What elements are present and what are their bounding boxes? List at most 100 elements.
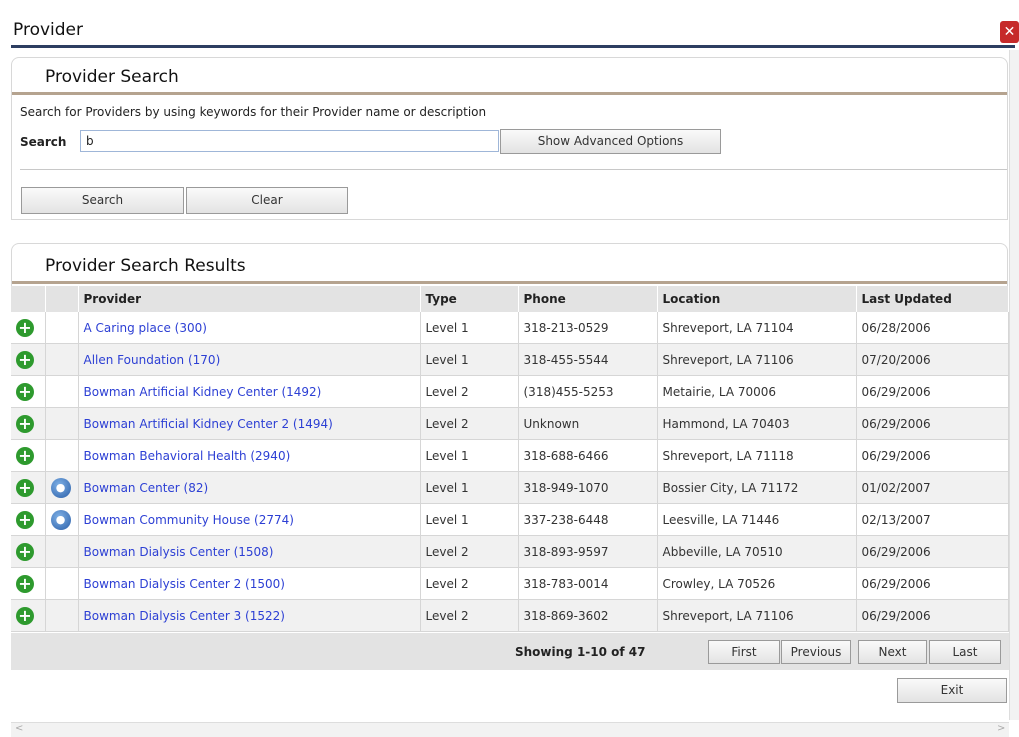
updated-cell: 06/28/2006 [856, 312, 1009, 344]
search-panel-rule [12, 92, 1007, 95]
horizontal-scrollbar[interactable]: < > [11, 722, 1009, 737]
type-cell: Level 2 [420, 599, 519, 632]
provider-cell: Bowman Dialysis Center 3 (1522) [78, 599, 421, 632]
type-cell: Level 1 [420, 312, 519, 344]
person-cell [45, 375, 79, 408]
col-last-updated[interactable]: Last Updated [856, 286, 1009, 312]
search-label: Search [20, 135, 67, 149]
add-icon[interactable]: + [16, 606, 34, 625]
add-cell: + [11, 312, 46, 344]
location-cell: Shreveport, LA 71106 [657, 599, 857, 632]
type-cell: Level 1 [420, 343, 519, 376]
table-row: + Bowman Dialysis Center 3 (1522) Level 23… [11, 599, 1009, 632]
updated-cell: 06/29/2006 [856, 407, 1009, 440]
provider-link[interactable]: Bowman Community House (2774) [84, 513, 294, 527]
search-button[interactable]: Search [21, 187, 184, 214]
table-row: + Bowman Dialysis Center (1508) Level 2 318… [11, 535, 1009, 568]
add-cell: + [11, 407, 46, 440]
location-cell: Shreveport, LA 71104 [657, 312, 857, 344]
updated-cell: 06/29/2006 [856, 439, 1009, 472]
provider-link[interactable]: A Caring place (300) [84, 321, 207, 335]
type-cell: Level 1 [420, 471, 519, 504]
table-row: + ● Bowman Community House (2774) Level 1 33… [11, 503, 1009, 536]
first-page-button[interactable]: First [708, 640, 780, 664]
add-icon[interactable]: + [16, 446, 34, 465]
search-description: Search for Providers by using keywords f… [20, 105, 487, 119]
previous-page-button[interactable]: Previous [781, 640, 851, 664]
col-type[interactable]: Type [420, 286, 519, 312]
vertical-scrollbar[interactable] [1009, 50, 1019, 720]
provider-link[interactable]: Bowman Dialysis Center (1508) [84, 545, 274, 559]
person-cell [45, 535, 79, 568]
provider-cell: Bowman Dialysis Center 2 (1500) [78, 567, 421, 600]
last-page-button[interactable]: Last [929, 640, 1001, 664]
phone-cell: 318-949-1070 [518, 471, 658, 504]
person-cell [45, 599, 79, 632]
updated-cell: 06/29/2006 [856, 535, 1009, 568]
type-cell: Level 2 [420, 535, 519, 568]
provider-link[interactable]: Bowman Dialysis Center 3 (1522) [84, 609, 285, 623]
provider-link[interactable]: Allen Foundation (170) [84, 353, 221, 367]
title-bar: Provider [11, 18, 1015, 48]
add-cell: + [11, 599, 46, 632]
clear-button[interactable]: Clear [186, 187, 348, 214]
add-cell: + [11, 439, 46, 472]
table-row: + Bowman Artificial Kidney Center 2 (1494… [11, 407, 1009, 440]
location-cell: Crowley, LA 70526 [657, 567, 857, 600]
add-icon[interactable]: + [16, 574, 34, 593]
pager: Showing 1-10 of 47 First Previous Next L… [11, 633, 1009, 670]
add-icon[interactable]: + [16, 414, 34, 433]
provider-link[interactable]: Bowman Artificial Kidney Center 2 (1494) [84, 417, 333, 431]
add-icon[interactable]: + [16, 318, 34, 337]
add-icon[interactable]: + [16, 542, 34, 561]
col-phone[interactable]: Phone [518, 286, 658, 312]
table-row: + Bowman Behavioral Health (2940) Level 13… [11, 439, 1009, 472]
provider-link[interactable]: Bowman Dialysis Center 2 (1500) [84, 577, 285, 591]
search-divider [20, 169, 1007, 170]
provider-link[interactable]: Bowman Behavioral Health (2940) [84, 449, 291, 463]
phone-cell: 318-783-0014 [518, 567, 658, 600]
table-row: + Allen Foundation (170) Level 1 318-455-55… [11, 343, 1009, 376]
results-table: Provider Type Phone Location Last Update… [11, 286, 1009, 632]
add-icon[interactable]: + [16, 350, 34, 369]
provider-cell: Bowman Dialysis Center (1508) [78, 535, 421, 568]
phone-cell: Unknown [518, 407, 658, 440]
search-panel-title: Provider Search [45, 67, 179, 87]
person-icon[interactable]: ● [50, 509, 71, 530]
location-cell: Bossier City, LA 71172 [657, 471, 857, 504]
pager-status: Showing 1-10 of 47 [515, 645, 646, 659]
location-cell: Shreveport, LA 71118 [657, 439, 857, 472]
updated-cell: 06/29/2006 [856, 375, 1009, 408]
person-cell [45, 567, 79, 600]
add-icon[interactable]: + [16, 382, 34, 401]
provider-cell: Bowman Behavioral Health (2940) [78, 439, 421, 472]
add-cell: + [11, 503, 46, 536]
person-cell: ● [45, 471, 79, 504]
person-icon[interactable]: ● [50, 477, 71, 498]
close-icon[interactable]: ✕ [1000, 21, 1019, 43]
location-cell: Leesville, LA 71446 [657, 503, 857, 536]
add-cell: + [11, 567, 46, 600]
exit-button[interactable]: Exit [897, 678, 1007, 703]
next-page-button[interactable]: Next [858, 640, 927, 664]
type-cell: Level 2 [420, 407, 519, 440]
scroll-left-icon[interactable]: < [15, 723, 23, 734]
provider-link[interactable]: Bowman Artificial Kidney Center (1492) [84, 385, 322, 399]
person-cell: ● [45, 503, 79, 536]
results-panel-rule [12, 281, 1007, 284]
col-provider[interactable]: Provider [78, 286, 421, 312]
search-input[interactable] [80, 130, 499, 152]
add-icon[interactable]: + [16, 478, 34, 497]
add-icon[interactable]: + [16, 510, 34, 529]
table-header-row: Provider Type Phone Location Last Update… [11, 286, 1009, 312]
show-advanced-options-button[interactable]: Show Advanced Options [500, 129, 721, 154]
scroll-right-icon[interactable]: > [997, 723, 1005, 734]
provider-cell: Bowman Artificial Kidney Center 2 (1494) [78, 407, 421, 440]
provider-link[interactable]: Bowman Center (82) [84, 481, 209, 495]
add-cell: + [11, 343, 46, 376]
col-location[interactable]: Location [657, 286, 857, 312]
table-row: + Bowman Artificial Kidney Center (1492) L… [11, 375, 1009, 408]
updated-cell: 02/13/2007 [856, 503, 1009, 536]
phone-cell: 318-869-3602 [518, 599, 658, 632]
add-cell: + [11, 535, 46, 568]
